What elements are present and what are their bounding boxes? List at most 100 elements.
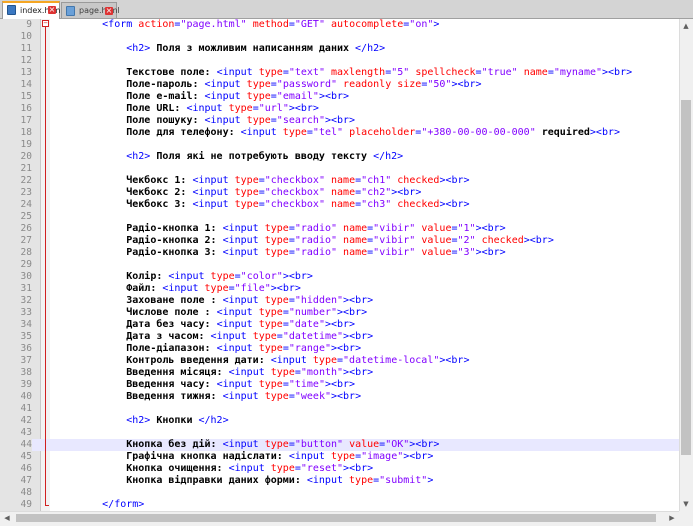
code-line[interactable]: 30 Колір: <input type="color"><br>	[0, 271, 679, 283]
code-line[interactable]: 18 Поле для телефону: <input type="tel" …	[0, 127, 679, 139]
code-line[interactable]: 17 Поле пошуку: <input type="search"><br…	[0, 115, 679, 127]
code-token-tag: <input	[204, 115, 247, 126]
fold-collapse-icon[interactable]: −	[42, 20, 49, 27]
code-token-tag: ><br>	[343, 367, 374, 378]
code-line[interactable]: 39 Введення часу: <input type="time"><br…	[0, 379, 679, 391]
code-line[interactable]: 45 Графічна кнопка надіслати: <input typ…	[0, 451, 679, 463]
close-icon[interactable]: ×	[48, 6, 56, 14]
code-token-value: "vibir"	[373, 223, 416, 234]
code-line[interactable]: 21	[0, 163, 679, 175]
code-token-attr: type	[264, 235, 289, 246]
code-line[interactable]: 10	[0, 31, 679, 43]
code-token-attr: checked	[397, 175, 440, 186]
line-number: 33	[0, 307, 32, 319]
vertical-scroll-thumb[interactable]	[681, 100, 691, 455]
code-line[interactable]: 44 Кнопка без дій: <input type="button" …	[0, 439, 679, 451]
code-line[interactable]: 27 Радіо-кнопка 2: <input type="radio" n…	[0, 235, 679, 247]
code-line[interactable]: 31 Файл: <input type="file"><br>	[0, 283, 679, 295]
code-text: Радіо-кнопка 2: <input type="radio" name…	[54, 235, 554, 247]
code-token-text: Поле URL:	[54, 103, 187, 114]
code-token-tag: <input	[192, 199, 235, 210]
code-line[interactable]: 35 Дата з часом: <input type="datetime">…	[0, 331, 679, 343]
code-text: Поле URL: <input type="url"><br>	[54, 103, 319, 115]
code-token-attr: type	[246, 91, 271, 102]
scroll-left-icon[interactable]: ◀	[0, 511, 14, 525]
code-token-tag: </h2>	[355, 43, 386, 54]
line-number: 14	[0, 79, 32, 91]
code-text: Графічна кнопка надіслати: <input type="…	[54, 451, 433, 463]
tab-page-html[interactable]: page.html ×	[61, 2, 120, 18]
code-token-text: Файл:	[54, 283, 163, 294]
code-line[interactable]: 46 Кнопка очищення: <input type="reset">…	[0, 463, 679, 475]
code-editor[interactable]: 9 <form action="page.html" method="GET" …	[0, 19, 679, 511]
code-line[interactable]: 40 Введення тижня: <input type="week"><b…	[0, 391, 679, 403]
scrollbar-corner	[679, 511, 693, 525]
code-token-value: "hidden"	[294, 295, 344, 306]
code-token-value: "radio"	[294, 223, 338, 234]
code-line[interactable]: 33 Числове поле : <input type="number"><…	[0, 307, 679, 319]
code-token-value: "vibir"	[373, 235, 416, 246]
code-token-text: Дата з часом:	[54, 331, 211, 342]
code-token-tag: ><br>	[337, 307, 368, 318]
code-line[interactable]: 12	[0, 55, 679, 67]
horizontal-scroll-thumb[interactable]	[16, 514, 656, 522]
code-token-text: Радіо-кнопка 2:	[54, 235, 223, 246]
code-line[interactable]: 24 Чекбокс 3: <input type="checkbox" nam…	[0, 199, 679, 211]
code-line[interactable]: 22 Чекбокс 1: <input type="checkbox" nam…	[0, 175, 679, 187]
code-line[interactable]: 41	[0, 403, 679, 415]
code-line[interactable]: 48	[0, 487, 679, 499]
close-icon[interactable]: ×	[105, 7, 113, 15]
code-token-text: required	[535, 127, 590, 138]
code-token-tag: ><br>	[451, 79, 482, 90]
code-line[interactable]: 28 Радіо-кнопка 3: <input type="radio" n…	[0, 247, 679, 259]
code-line[interactable]: 20 <h2> Поля які не потребують вводу тек…	[0, 151, 679, 163]
tab-index-html[interactable]: index.html ×	[2, 1, 63, 19]
code-text: Дата з часом: <input type="datetime"><br…	[54, 331, 373, 343]
code-line[interactable]: 29	[0, 259, 679, 271]
code-line[interactable]: 32 Заховане поле : <input type="hidden">…	[0, 295, 679, 307]
code-token-value: "image"	[361, 451, 404, 462]
scroll-down-icon[interactable]: ▼	[679, 497, 693, 511]
code-token-value: "datetime-local"	[343, 355, 440, 366]
code-line[interactable]: 13 Текстове поле: <input type="text" max…	[0, 67, 679, 79]
code-line[interactable]: 37 Контроль введення дати: <input type="…	[0, 355, 679, 367]
line-number: 10	[0, 31, 32, 43]
scroll-up-icon[interactable]: ▲	[679, 19, 693, 33]
code-token-attr: type	[258, 307, 283, 318]
code-line[interactable]: 11 <h2> Поля з можливим написанням даних…	[0, 43, 679, 55]
line-number: 25	[0, 211, 32, 223]
code-line[interactable]: 42 <h2> Кнопки </h2>	[0, 415, 679, 427]
code-line[interactable]: 15 Поле e-mail: <input type="email"><br>	[0, 91, 679, 103]
code-token-text: Введення тижня:	[54, 391, 223, 402]
code-token-attr: name	[343, 235, 368, 246]
code-line[interactable]: 47 Кнопка відправки даних форми: <input …	[0, 475, 679, 487]
code-line[interactable]: 14 Поле-пароль: <input type="password" r…	[0, 79, 679, 91]
code-line[interactable]: 26 Радіо-кнопка 1: <input type="radio" n…	[0, 223, 679, 235]
code-token-tag: ><br>	[288, 103, 319, 114]
code-line[interactable]: 36 Поле-діапазон: <input type="range"><b…	[0, 343, 679, 355]
code-token-value: "ch1"	[361, 175, 392, 186]
code-line[interactable]: 38 Введення місяця: <input type="month">…	[0, 367, 679, 379]
code-token-attr: name	[523, 67, 548, 78]
code-text: Чекбокс 1: <input type="checkbox" name="…	[54, 175, 469, 187]
code-token-attr: type	[264, 223, 289, 234]
code-token-tag: <input	[168, 271, 211, 282]
code-line[interactable]: 16 Поле URL: <input type="url"><br>	[0, 103, 679, 115]
code-token-value: "month"	[300, 367, 344, 378]
line-number: 23	[0, 187, 32, 199]
code-line[interactable]: 19	[0, 139, 679, 151]
code-token-attr: type	[264, 439, 289, 450]
code-token-text: Поле-діапазон:	[54, 343, 217, 354]
code-line[interactable]: 34 Дата без часу: <input type="date"><br…	[0, 319, 679, 331]
scroll-right-icon[interactable]: ▶	[665, 511, 679, 525]
code-token-tag: <input	[228, 463, 271, 474]
code-line[interactable]: 25	[0, 211, 679, 223]
code-token-value: "text"	[288, 67, 325, 78]
code-line[interactable]: 49 </form>	[0, 499, 679, 511]
code-line[interactable]: 43	[0, 427, 679, 439]
code-token-tag: <input	[222, 235, 265, 246]
code-line[interactable]: 23 Чекбокс 2: <input type="checkbox" nam…	[0, 187, 679, 199]
code-token-tag: ><br>	[409, 439, 440, 450]
line-number: 19	[0, 139, 32, 151]
code-line[interactable]: 9 <form action="page.html" method="GET" …	[0, 19, 679, 31]
